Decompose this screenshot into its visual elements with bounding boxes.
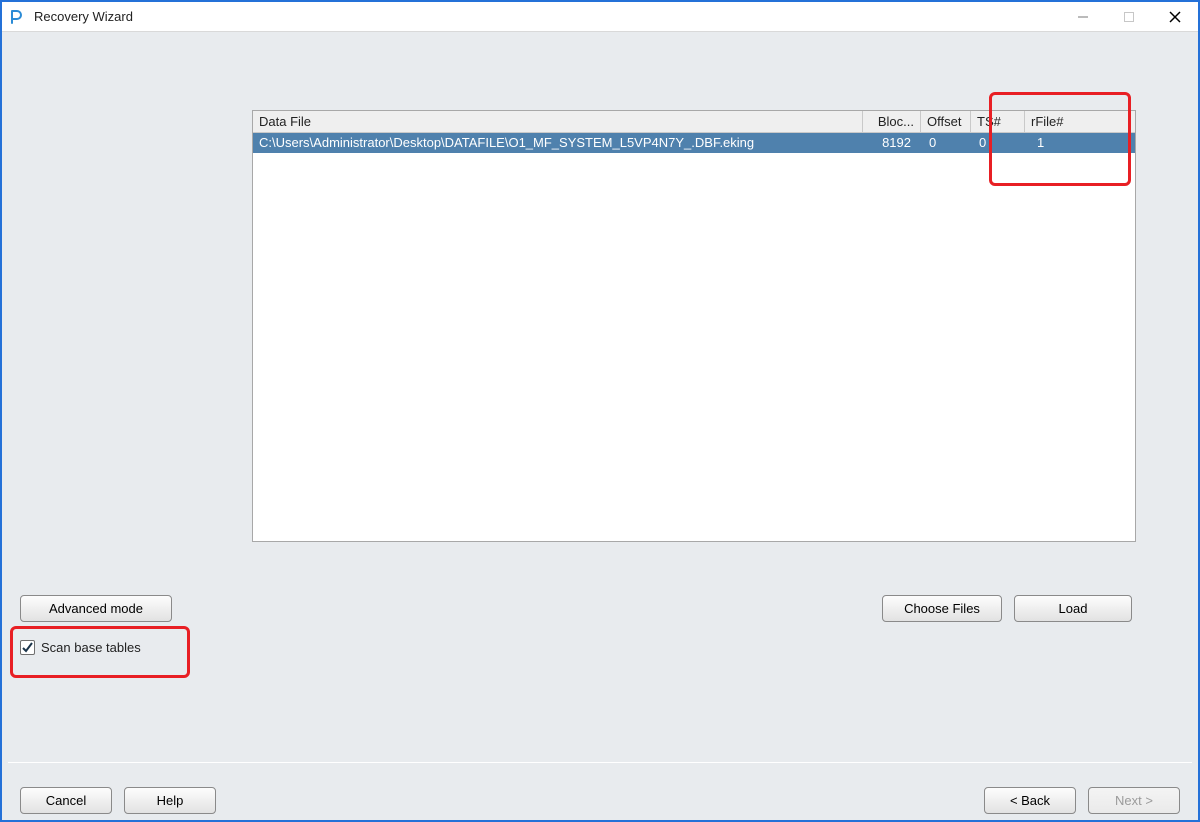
cancel-button[interactable]: Cancel [20,787,112,814]
column-header-block[interactable]: Bloc... [863,111,921,132]
scan-base-tables-row: Scan base tables [20,640,141,655]
column-header-datafile[interactable]: Data File [253,111,863,132]
content-pane: Data File Bloc... Offset TS# rFile# C:\U… [2,32,1198,820]
scan-base-tables-label: Scan base tables [41,640,141,655]
close-button[interactable] [1152,2,1198,32]
help-button[interactable]: Help [124,787,216,814]
separator-line [8,762,1192,763]
window-title: Recovery Wizard [34,9,133,24]
minimize-button[interactable] [1060,2,1106,32]
bottom-button-row: Cancel Help < Back Next > [20,787,1180,814]
cell-ts: 0 [971,133,1025,153]
grid-header: Data File Bloc... Offset TS# rFile# [253,111,1135,133]
cell-datafile: C:\Users\Administrator\Desktop\DATAFILE\… [253,133,863,153]
column-header-rfile[interactable]: rFile# [1025,111,1083,132]
maximize-button[interactable] [1106,2,1152,32]
scan-base-tables-checkbox[interactable] [20,640,35,655]
mid-button-row: Advanced mode Choose Files Load [20,595,1132,622]
window-frame: Recovery Wizard Data File Bloc... Offset… [0,0,1200,822]
data-file-grid[interactable]: Data File Bloc... Offset TS# rFile# C:\U… [252,110,1136,542]
app-icon [8,8,26,26]
column-header-offset[interactable]: Offset [921,111,971,132]
choose-files-button[interactable]: Choose Files [882,595,1002,622]
back-button[interactable]: < Back [984,787,1076,814]
advanced-mode-button[interactable]: Advanced mode [20,595,172,622]
column-header-ts[interactable]: TS# [971,111,1025,132]
cell-offset: 0 [921,133,971,153]
load-button[interactable]: Load [1014,595,1132,622]
grid-row[interactable]: C:\Users\Administrator\Desktop\DATAFILE\… [253,133,1135,153]
grid-body: C:\Users\Administrator\Desktop\DATAFILE\… [253,133,1135,541]
cell-rfile: 1 [1025,133,1083,153]
title-bar: Recovery Wizard [2,2,1198,32]
next-button[interactable]: Next > [1088,787,1180,814]
cell-block: 8192 [863,133,921,153]
